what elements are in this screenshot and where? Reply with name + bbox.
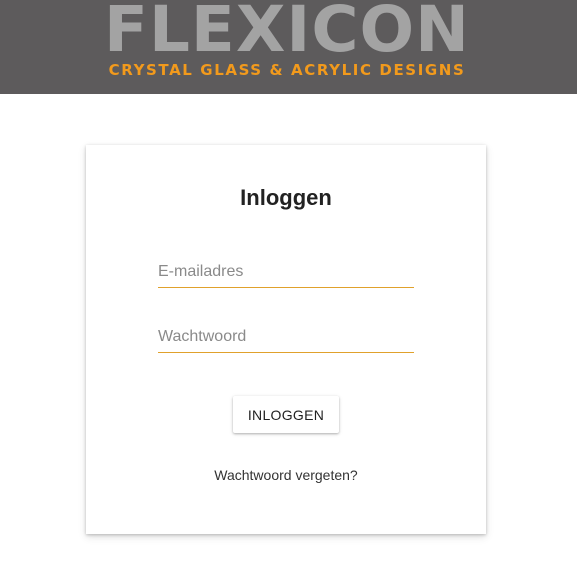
logo-brand-name: FLEXICON [104,0,470,66]
forgot-password-link[interactable]: Wachtwoord vergeten? [86,466,486,484]
login-title: Inloggen [240,185,332,210]
flexicon-logo[interactable]: FLEXICON CRYSTAL GLASS & ACRYLIC DESIGNS [0,0,577,94]
login-button[interactable]: INLOGGEN [233,396,339,433]
password-field[interactable] [158,321,414,353]
site-header: FLEXICON CRYSTAL GLASS & ACRYLIC DESIGNS [0,0,577,94]
login-card: Inloggen INLOGGEN Wachtwoord vergeten? [86,145,486,534]
logo-tagline: CRYSTAL GLASS & ACRYLIC DESIGNS [108,61,466,79]
email-field[interactable] [158,256,414,288]
